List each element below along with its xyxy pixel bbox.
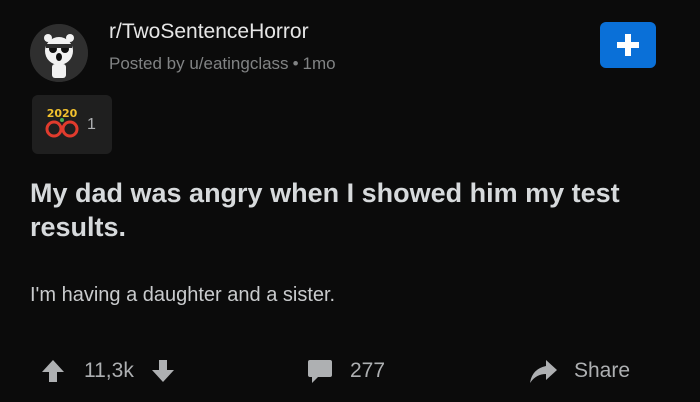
posted-by[interactable]: Posted by u/eatingclass bbox=[109, 54, 289, 73]
share-label: Share bbox=[574, 359, 631, 382]
subreddit-avatar[interactable] bbox=[30, 24, 88, 82]
share-button[interactable]: Share bbox=[528, 350, 630, 392]
award-badge[interactable]: 2020 1 bbox=[32, 95, 112, 154]
join-button[interactable] bbox=[600, 22, 656, 68]
upvote-count: 11,3k bbox=[84, 359, 134, 382]
comments-button[interactable]: 277 bbox=[306, 350, 385, 392]
post-body[interactable]: I'm having a daughter and a sister. bbox=[30, 284, 335, 307]
share-icon bbox=[530, 360, 557, 383]
downvote-icon[interactable] bbox=[150, 358, 176, 384]
post-actions: 11,3k 277 Share bbox=[0, 350, 700, 392]
comment-count: 277 bbox=[350, 359, 386, 382]
award-count: 1 bbox=[87, 116, 96, 133]
post-header: r/TwoSentenceHorror Posted by u/eatingcl… bbox=[30, 16, 670, 86]
subreddit-name[interactable]: r/TwoSentenceHorror bbox=[109, 20, 309, 44]
plus-icon bbox=[617, 34, 639, 56]
post-title[interactable]: My dad was angry when I showed him my te… bbox=[30, 176, 670, 244]
post-meta: Posted by u/eatingclass • 1mo bbox=[109, 54, 336, 74]
upvote-icon[interactable] bbox=[40, 358, 66, 384]
vote-group: 11,3k bbox=[40, 350, 176, 392]
2020-glasses-award-icon: 2020 bbox=[45, 107, 79, 138]
post-age: 1mo bbox=[302, 54, 336, 73]
comment-icon bbox=[308, 360, 332, 383]
meta-separator: • bbox=[292, 54, 299, 73]
